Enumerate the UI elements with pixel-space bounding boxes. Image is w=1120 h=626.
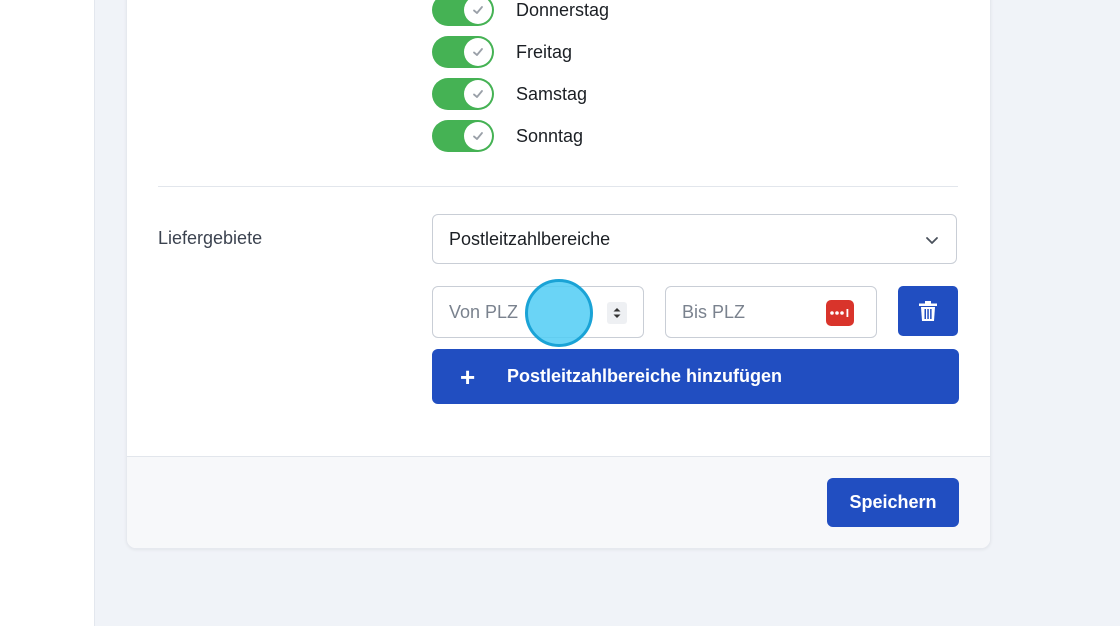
add-button-label: Postleitzahlbereiche hinzufügen bbox=[507, 366, 783, 386]
spinner-icon[interactable] bbox=[607, 302, 627, 324]
password-manager-icon[interactable] bbox=[826, 300, 854, 326]
delivery-area-select[interactable]: Postleitzahlbereiche bbox=[432, 214, 957, 264]
section-divider bbox=[158, 186, 958, 187]
day-row-donnerstag: Donnerstag bbox=[432, 0, 609, 26]
select-value: Postleitzahlbereiche bbox=[449, 228, 611, 249]
add-plz-range-button[interactable]: + Postleitzahlbereiche hinzufügen bbox=[432, 349, 959, 404]
click-indicator bbox=[525, 279, 593, 347]
day-row-sonntag: Sonntag bbox=[432, 120, 583, 152]
card-footer: Speichern bbox=[127, 456, 990, 548]
toggle-sonntag[interactable] bbox=[432, 120, 494, 152]
day-label: Freitag bbox=[516, 41, 573, 62]
from-plz-placeholder: Von PLZ bbox=[449, 301, 519, 322]
delete-range-button[interactable] bbox=[898, 286, 958, 336]
check-icon bbox=[464, 0, 492, 24]
day-label: Donnerstag bbox=[516, 0, 610, 20]
check-icon bbox=[464, 38, 492, 66]
day-label: Sonntag bbox=[516, 125, 584, 146]
check-icon bbox=[464, 80, 492, 108]
check-icon bbox=[464, 122, 492, 150]
day-row-freitag: Freitag bbox=[432, 36, 572, 68]
to-plz-input[interactable]: Bis PLZ bbox=[665, 286, 877, 338]
to-plz-placeholder: Bis PLZ bbox=[682, 301, 746, 322]
liefergebiete-label: Liefergebiete bbox=[158, 228, 263, 248]
toggle-freitag[interactable] bbox=[432, 36, 494, 68]
toggle-donnerstag[interactable] bbox=[432, 0, 494, 26]
settings-card: Donnerstag Freitag Samstag Sonntag Liefe… bbox=[126, 0, 991, 549]
day-row-samstag: Samstag bbox=[432, 78, 587, 110]
chevron-down-icon bbox=[926, 237, 938, 244]
left-sidebar bbox=[0, 0, 95, 626]
save-button[interactable]: Speichern bbox=[827, 478, 959, 527]
plus-icon: + bbox=[460, 361, 476, 392]
day-label: Samstag bbox=[516, 83, 588, 104]
trash-icon bbox=[919, 301, 937, 321]
toggle-samstag[interactable] bbox=[432, 78, 494, 110]
